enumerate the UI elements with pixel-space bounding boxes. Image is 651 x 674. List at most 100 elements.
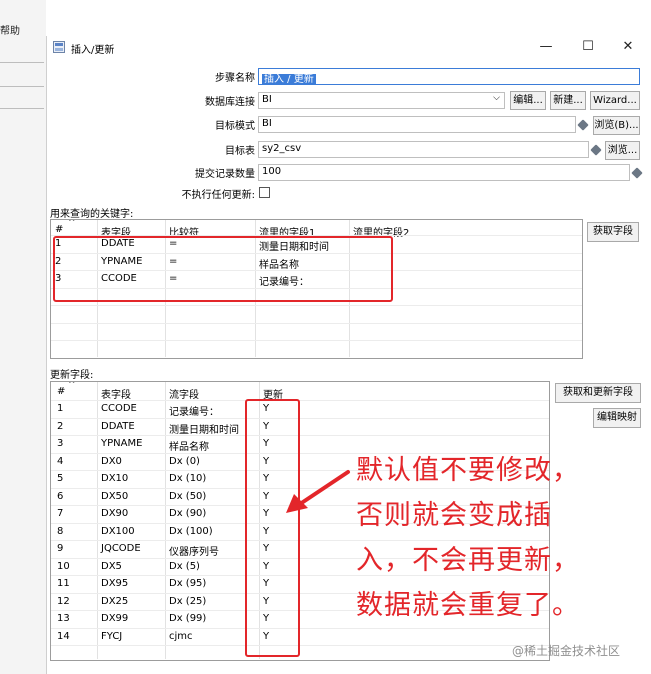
annotation-line-3: 入，不会再更新， [356,545,580,576]
row-number: 12 [57,595,70,607]
update-column-highlight-box [245,399,300,657]
table-cell[interactable]: DX5 [101,561,122,572]
grid-row-divider [51,645,549,646]
browse-schema-button[interactable]: 浏览(B)... [593,116,640,135]
background-divider [0,86,44,87]
sort-caret-icon[interactable]: ^ [68,382,76,390]
table-cell[interactable]: JQCODE [101,543,141,554]
get-update-fields-button[interactable]: 获取和更新字段 [555,383,641,403]
table-cell[interactable]: Dx (95) [169,578,206,589]
row-number: 2 [57,420,64,432]
grid-row-divider [51,340,582,341]
row-number: 8 [57,525,64,537]
table-cell[interactable]: cjmc [169,631,193,642]
table-cell[interactable]: DX99 [101,613,128,624]
table-cell[interactable]: Dx (90) [169,508,206,519]
variable-icon [631,167,643,179]
edit-connection-button[interactable]: 编辑... [510,91,546,110]
table-cell[interactable]: Dx (10) [169,473,206,484]
row-number: 4 [57,455,64,467]
grid-row-divider [51,435,549,436]
grid-row-divider [51,417,549,419]
row-number: 14 [57,630,70,642]
watermark: @稀土掘金技术社区 [512,644,621,658]
title-bar: 插入/更新 — ☐ ✕ [47,36,651,58]
table-cell[interactable]: DX95 [101,578,128,589]
commit-size-label: 提交记录数量 [195,169,255,180]
step-name-input[interactable]: 插入 / 更新 [258,68,640,85]
step-name-value: 插入 / 更新 [262,74,316,85]
table-cell[interactable]: CCODE [101,403,137,414]
target-schema-input[interactable]: BI [258,116,576,133]
row-number: 5 [57,473,64,484]
background-app [0,0,46,674]
maximize-button[interactable]: ☐ [567,36,609,58]
table-cell[interactable]: DX25 [101,596,128,607]
column-header[interactable]: # [55,224,63,235]
keys-section-title: 用来查询的关键字: [50,209,134,220]
table-cell[interactable]: Dx (0) [169,456,200,467]
grid-row-divider [51,400,549,401]
table-cell[interactable]: DX10 [101,473,128,484]
target-table-label: 目标表 [225,146,255,157]
grid-column-divider [165,382,166,659]
table-cell[interactable]: Dx (50) [169,491,206,502]
browse-table-button[interactable]: 浏览... [605,141,640,160]
table-cell[interactable]: Dx (25) [169,596,206,607]
table-cell[interactable]: Dx (99) [169,613,206,624]
no-update-checkbox[interactable] [259,187,270,198]
row-number: 13 [57,613,70,624]
table-cell[interactable]: 记录编号： [169,403,219,418]
target-table-input[interactable]: sy2_csv [258,141,589,158]
keys-highlight-box [53,236,393,302]
table-cell[interactable]: 仪器序列号 [169,543,219,558]
table-cell[interactable]: FYCJ [101,631,122,642]
table-cell[interactable]: DX90 [101,508,128,519]
close-button[interactable]: ✕ [607,36,649,58]
grid-row-divider [51,322,582,324]
table-cell[interactable]: DDATE [101,421,135,432]
table-cell[interactable]: YPNAME [101,438,142,449]
annotation-line-1: 默认值不要修改， [356,455,580,486]
background-menu-help[interactable]: 帮助 [0,22,20,37]
wizard-button[interactable]: Wizard... [590,91,640,110]
target-table-value: sy2_csv [262,143,302,154]
row-number: 1 [57,403,64,414]
db-connection-label: 数据库连接 [205,97,255,108]
chevron-down-icon: ⌵ [493,93,500,103]
table-cell[interactable]: DX50 [101,491,128,502]
db-connection-value: BI [262,94,272,105]
row-number: 9 [57,543,64,554]
commit-size-value: 100 [262,166,282,177]
commit-size-input[interactable]: 100 [258,164,630,181]
minimize-button[interactable]: — [525,36,567,58]
update-section-title: 更新字段: [50,370,94,381]
column-header[interactable]: 表字段 [101,386,131,401]
row-number: 3 [57,438,64,449]
edit-mapping-button[interactable]: 编辑映射 [593,408,641,428]
row-number: 11 [57,578,70,589]
get-fields-button[interactable]: 获取字段 [587,222,639,242]
step-name-label: 步骤名称 [215,73,255,84]
row-number: 7 [57,508,64,519]
background-divider [0,62,44,63]
column-header[interactable]: 流字段 [169,386,199,401]
table-cell[interactable]: 测量日期和时间 [169,421,239,436]
red-arrow-icon [286,470,350,513]
annotation-line-4: 数据就会重复了。 [356,590,580,621]
sort-caret-icon[interactable]: ^ [68,220,76,228]
table-cell[interactable]: Dx (5) [169,561,200,572]
new-connection-button[interactable]: 新建... [550,91,586,110]
table-cell[interactable]: DX100 [101,526,135,537]
no-update-label: 不执行任何更新: [181,190,255,201]
table-cell[interactable]: DX0 [101,456,122,467]
db-connection-select[interactable]: BI ⌵ [258,92,505,109]
window-title: 插入/更新 [71,45,115,56]
column-header[interactable]: # [57,386,65,397]
table-cell[interactable]: Dx (100) [169,526,213,537]
row-number: 6 [57,490,64,502]
grid-row-divider [51,305,582,306]
table-cell[interactable]: 样品名称 [169,438,209,453]
target-schema-label: 目标模式 [215,121,255,132]
row-number: 10 [57,560,70,572]
